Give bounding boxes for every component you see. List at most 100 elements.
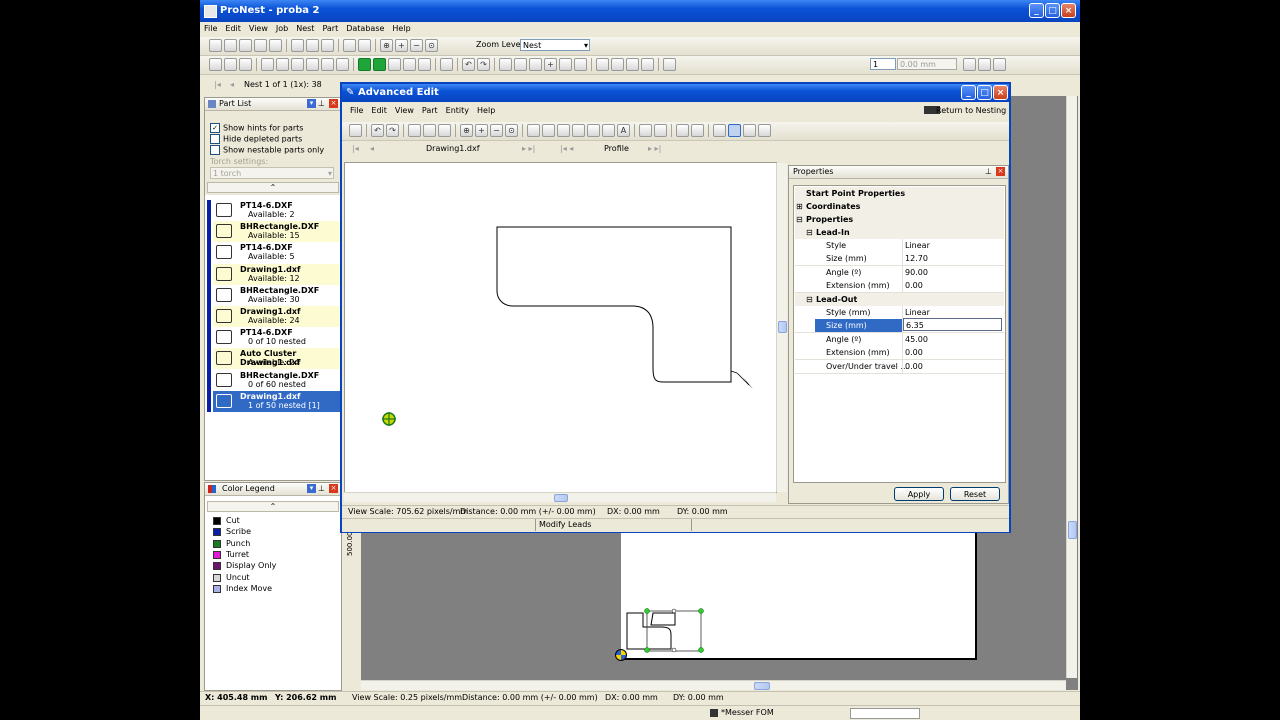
zoom-out-icon[interactable]: − [410, 39, 423, 52]
nest-vertical-scrollbar[interactable] [1066, 96, 1077, 678]
lead-2-icon[interactable] [654, 124, 667, 137]
bump-icon[interactable] [596, 58, 609, 71]
part-list-item[interactable]: BHRectangle.DXF Available: 30 [213, 284, 341, 306]
scroll-thumb[interactable] [1068, 521, 1077, 539]
checkbox-checked[interactable]: ✓ [210, 123, 220, 133]
return-to-nesting-button[interactable]: Return to Nesting [936, 104, 1006, 118]
lead-out-group[interactable]: ⊟ Lead-Out [795, 293, 1004, 306]
undo-icon[interactable]: ↶ [371, 124, 384, 137]
view-icon[interactable] [343, 39, 356, 52]
layer-4-icon[interactable] [572, 124, 585, 137]
drawing-vertical-scrollbar[interactable] [776, 163, 787, 492]
tool-2-icon[interactable] [743, 124, 756, 137]
undo-icon[interactable]: ↶ [462, 58, 475, 71]
layer-icon[interactable] [527, 124, 540, 137]
property-value[interactable]: 0.00 [905, 279, 923, 292]
property-value[interactable]: 12.70 [905, 252, 928, 265]
drawing-canvas[interactable] [344, 162, 787, 493]
layer-5-icon[interactable] [587, 124, 600, 137]
tile-6-icon[interactable] [336, 58, 349, 71]
pin-icon[interactable]: ⊥ [318, 483, 325, 495]
align-icon[interactable] [559, 58, 572, 71]
prev-nest-icon[interactable]: ◂ [230, 80, 234, 89]
ae-menu-file[interactable]: File [342, 104, 367, 118]
minimize-icon[interactable]: _ [961, 85, 976, 100]
edit-icon[interactable] [291, 39, 304, 52]
lead-in-group[interactable]: ⊟ Lead-In [795, 226, 1004, 239]
property-value[interactable]: Linear [905, 239, 930, 252]
menu-job[interactable]: Job [272, 22, 292, 36]
layer-6-icon[interactable] [602, 124, 615, 137]
print-preview-icon[interactable] [269, 39, 282, 52]
collapse-icon[interactable]: ⊟ [796, 213, 803, 226]
zoom-out-icon[interactable]: − [490, 124, 503, 137]
property-value[interactable]: 0.00 [905, 360, 923, 373]
property-value[interactable]: 6.35 [903, 318, 1002, 332]
dimension-field[interactable]: 0.00 mm [897, 58, 957, 70]
text-icon[interactable]: A [617, 124, 630, 137]
properties-group[interactable]: ⊟ Properties [795, 213, 1004, 226]
prev-icon[interactable]: ◂ [370, 144, 374, 153]
select-window-icon[interactable] [423, 124, 436, 137]
print-icon[interactable] [254, 39, 267, 52]
part-list-item[interactable]: Drawing1.dxf Available: 24 [213, 306, 341, 327]
bump-3-icon[interactable] [626, 58, 639, 71]
coordinates-group[interactable]: ⊞ Coordinates [795, 200, 1004, 213]
menu-database[interactable]: Database [342, 22, 388, 36]
property-row[interactable]: Angle (º) 90.00 [795, 265, 1004, 280]
collapse-icon[interactable]: ⊟ [806, 293, 813, 306]
menu-view[interactable]: View [245, 22, 272, 36]
main-title-bar[interactable]: ProNest - proba 2 _ □ × [200, 0, 1080, 22]
panel-close-icon[interactable]: × [329, 484, 338, 493]
maximize-icon[interactable]: □ [1045, 3, 1060, 18]
torch-count-select[interactable]: 1 [870, 58, 896, 70]
option-nestable-only[interactable]: Show nestable parts only [210, 145, 324, 155]
pin-icon[interactable]: ⊥ [318, 98, 325, 110]
tile-3-icon[interactable] [291, 58, 304, 71]
zoom-in-icon[interactable]: + [395, 39, 408, 52]
properties-icon[interactable] [321, 39, 334, 52]
play-icon[interactable] [358, 58, 371, 71]
pin-icon[interactable]: ⊥ [985, 166, 992, 178]
move-icon[interactable] [499, 58, 512, 71]
part-list-item[interactable]: PT14-6.DXF 0 of 10 nested [213, 327, 341, 349]
menu-help[interactable]: Help [388, 22, 414, 36]
modify-leads-icon[interactable] [728, 124, 741, 137]
reset-button[interactable]: Reset [950, 487, 1000, 501]
mirror-icon[interactable] [529, 58, 542, 71]
first-nest-icon[interactable]: |◂ [214, 80, 221, 89]
zoom-fit-icon[interactable]: ⊙ [505, 124, 518, 137]
crosshair-icon[interactable]: + [544, 58, 557, 71]
property-row[interactable]: Extension (mm) 0.00 [795, 279, 1004, 294]
property-row[interactable]: Angle (º) 45.00 [795, 332, 1004, 347]
collapse-options-button[interactable]: ⌃ [207, 182, 339, 193]
view-2-icon[interactable] [358, 39, 371, 52]
profile-tab[interactable]: Profile [604, 144, 629, 153]
grid-3-icon[interactable] [418, 58, 431, 71]
property-row[interactable]: Style Linear [795, 239, 1004, 253]
profile-next-icon[interactable]: ▸ ▸| [648, 144, 661, 153]
zoom-icon[interactable]: ⊕ [380, 39, 393, 52]
stop-icon[interactable] [440, 58, 453, 71]
part-list-item[interactable]: BHRectangle.DXF Available: 15 [213, 221, 341, 243]
close-icon[interactable]: × [993, 85, 1008, 100]
zoom-icon[interactable]: ⊕ [460, 124, 473, 137]
advanced-edit-title-bar[interactable]: ✎ Advanced Edit _ □ × [342, 84, 1009, 102]
nested-part-drawing[interactable] [621, 601, 721, 661]
property-row[interactable]: Extension (mm) 0.00 [795, 346, 1004, 361]
checkbox[interactable] [210, 145, 220, 155]
menu-edit[interactable]: Edit [221, 22, 245, 36]
first-icon[interactable]: |◂ [352, 144, 359, 153]
collapse-icon[interactable]: ⊟ [806, 226, 813, 239]
apply-button[interactable]: Apply [894, 487, 944, 501]
fit-2-icon[interactable] [978, 58, 991, 71]
part-list-item[interactable]: Auto Cluster Drawing1.dxf Available: 24 [213, 348, 341, 370]
expand-icon[interactable]: ⊞ [796, 200, 803, 213]
select-icon[interactable] [408, 124, 421, 137]
panel-close-icon[interactable]: × [996, 167, 1005, 176]
ae-menu-entity[interactable]: Entity [442, 104, 473, 118]
grid-icon[interactable] [388, 58, 401, 71]
next-icon[interactable]: ▸ ▸| [522, 144, 535, 153]
save-icon[interactable] [349, 124, 362, 137]
layer-2-icon[interactable] [542, 124, 555, 137]
